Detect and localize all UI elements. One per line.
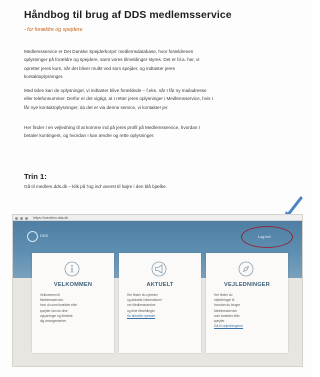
- card-line: dig arrangementer.: [40, 319, 67, 324]
- site-logo-icon: [27, 231, 38, 242]
- card-text: Her finder du nyheder og aktuelle inform…: [127, 293, 195, 319]
- step-title: Trin 1:: [24, 172, 47, 181]
- intro-paragraph: Medlemsservice er Det Danske Spejderkorp…: [24, 48, 310, 82]
- paragraph-line: eller telefonnummer. Derfor er det vigti…: [24, 96, 213, 102]
- highlight-circle: [241, 226, 293, 248]
- card-aktuelt: AKTUELT Her finder du nyheder og aktuell…: [119, 253, 201, 353]
- card-text: Velkommen til Medlemsservice, hvor du so…: [40, 293, 108, 324]
- card-title: VEJLEDNINGER: [224, 282, 270, 288]
- card-text: Her finder du vejledninger til hvordan d…: [214, 293, 282, 329]
- paragraph-line: Medlemsservice er Det Danske Spejderkorp…: [24, 49, 194, 54]
- browser-reload-icon: [25, 216, 28, 220]
- paragraph-line: får nye kontaktoplysninger, da det er vi…: [24, 104, 169, 110]
- card-title: VELKOMMEN: [53, 282, 93, 288]
- step-instruction: Gå til medlem.dds.dk – klik på 'log ind'…: [24, 184, 167, 189]
- compass-icon: [238, 261, 254, 277]
- paragraph-line: kontaktoplysninger.: [24, 74, 64, 80]
- website-screenshot: https://medlem.dds.dk DDS Log ind VELKOM…: [12, 214, 303, 367]
- card-vejledninger: VEJLEDNINGER Her finder du vejledninger …: [206, 253, 288, 353]
- document-title: Håndbog til brug af DDS medlemsservice: [24, 10, 232, 21]
- browser-back-icon: [15, 216, 18, 220]
- paragraph-line: oplysninger på forældre og spejdere, sam…: [24, 57, 200, 63]
- paragraph-line: opretter jeres kurs, når det bliver mulk…: [24, 65, 175, 71]
- browser-forward-icon: [20, 216, 23, 220]
- site-logo-text: DDS: [40, 234, 49, 238]
- document-subtitle: - for forældre og spejdere: [24, 27, 83, 33]
- browser-url: https://medlem.dds.dk: [33, 215, 69, 220]
- paragraph-line: Med tiden kan de oplysninger, vi indtast…: [24, 88, 207, 93]
- document-page: Håndbog til brug af DDS medlemsservice -…: [0, 0, 312, 377]
- card-link[interactable]: Se aktuelle nyheder: [127, 314, 195, 319]
- paragraph-line: Her finder I en vejledning til at komme …: [24, 125, 200, 130]
- paragraph-line: betaler kontingent, og hvordan I kan ænd…: [24, 133, 155, 139]
- info-icon: [64, 261, 80, 277]
- card-title: AKTUELT: [146, 282, 174, 288]
- megaphone-icon: [151, 261, 167, 277]
- update-info-paragraph: Med tiden kan de oplysninger, vi indtast…: [24, 87, 310, 112]
- guide-intro-paragraph: Her finder I en vejledning til at komme …: [24, 124, 310, 141]
- card-link[interactable]: Gå til vejledningerne: [214, 324, 282, 329]
- card-velkommen: VELKOMMEN Velkommen til Medlemsservice, …: [32, 253, 114, 353]
